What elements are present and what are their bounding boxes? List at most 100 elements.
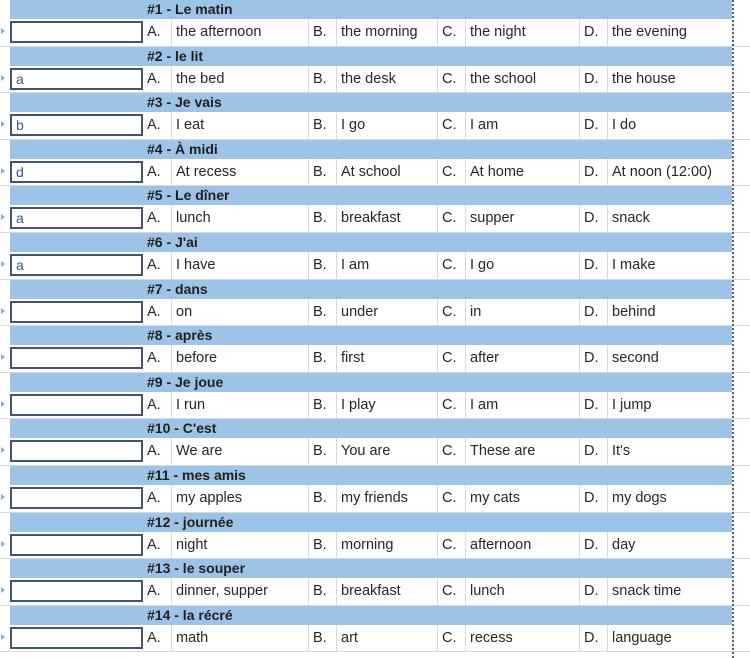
- option-c-text[interactable]: in: [465, 298, 579, 326]
- option-d-text[interactable]: second: [607, 345, 732, 373]
- answer-input[interactable]: [10, 207, 143, 230]
- answer-input[interactable]: [10, 486, 143, 509]
- option-c-text[interactable]: supper: [465, 205, 579, 233]
- option-b-text[interactable]: I play: [336, 391, 437, 419]
- option-a-label: A.: [147, 210, 161, 227]
- option-b-text[interactable]: my friends: [336, 484, 437, 512]
- empty-cell[interactable]: [732, 531, 750, 559]
- option-b-text[interactable]: the morning: [336, 19, 437, 46]
- option-a-text[interactable]: math: [171, 624, 308, 652]
- option-b-text[interactable]: under: [336, 298, 437, 326]
- option-b-text[interactable]: art: [336, 624, 437, 652]
- option-c-text[interactable]: my cats: [465, 484, 579, 512]
- option-c-text[interactable]: I go: [465, 251, 579, 279]
- option-a-text[interactable]: night: [171, 531, 308, 559]
- option-c-text[interactable]: afternoon: [465, 531, 579, 559]
- option-a-text[interactable]: the afternoon: [171, 19, 308, 46]
- empty-cell[interactable]: [732, 391, 750, 419]
- empty-cell[interactable]: [732, 65, 750, 93]
- option-a-text[interactable]: I run: [171, 391, 308, 419]
- question-header: #10 - C'est: [10, 419, 732, 439]
- option-a-text[interactable]: on: [171, 298, 308, 326]
- option-a-text[interactable]: I eat: [171, 112, 308, 140]
- row-arrow-icon: [1, 540, 5, 547]
- empty-cell[interactable]: [732, 112, 750, 140]
- option-a-text[interactable]: before: [171, 345, 308, 373]
- question-row: A. on B. under C. in D. behind: [0, 298, 750, 327]
- empty-cell[interactable]: [732, 205, 750, 233]
- option-d-text[interactable]: my dogs: [607, 484, 732, 512]
- option-b-text[interactable]: breakfast: [336, 578, 437, 606]
- empty-cell[interactable]: [732, 251, 750, 279]
- empty-cell[interactable]: [732, 578, 750, 606]
- option-b-text[interactable]: At school: [336, 158, 437, 186]
- option-b-text[interactable]: the desk: [336, 65, 437, 93]
- option-d-text[interactable]: I jump: [607, 391, 732, 419]
- empty-cell[interactable]: [732, 158, 750, 186]
- option-d-text[interactable]: the house: [607, 65, 732, 93]
- option-d-label: D.: [579, 158, 607, 186]
- empty-cell[interactable]: [732, 298, 750, 326]
- option-d-text[interactable]: language: [607, 624, 732, 652]
- empty-cell[interactable]: [732, 19, 750, 46]
- answer-input[interactable]: [10, 347, 143, 370]
- question-title: #12 - journée: [147, 513, 234, 530]
- option-d-label: D.: [579, 391, 607, 419]
- option-d-text[interactable]: behind: [607, 298, 732, 326]
- option-c-text[interactable]: I am: [465, 112, 579, 140]
- option-d-text[interactable]: It's: [607, 438, 732, 466]
- option-a-text[interactable]: We are: [171, 438, 308, 466]
- option-d-text[interactable]: I make: [607, 251, 732, 279]
- option-a-text[interactable]: lunch: [171, 205, 308, 233]
- option-a-text[interactable]: dinner, supper: [171, 578, 308, 606]
- option-b-text[interactable]: I am: [336, 251, 437, 279]
- option-d-text[interactable]: snack: [607, 205, 732, 233]
- row-arrow-icon: [1, 587, 5, 594]
- empty-cell[interactable]: [732, 438, 750, 466]
- question-block: #3 - Je vais A. I eat B. I go C. I am D.…: [0, 93, 750, 140]
- answer-input[interactable]: [10, 626, 143, 649]
- answer-input[interactable]: [10, 160, 143, 183]
- option-c-text[interactable]: These are: [465, 438, 579, 466]
- option-c-text[interactable]: the school: [465, 65, 579, 93]
- option-a-text[interactable]: I have: [171, 251, 308, 279]
- empty-cell[interactable]: [732, 624, 750, 652]
- answer-input[interactable]: [10, 253, 143, 276]
- answer-input[interactable]: [10, 300, 143, 323]
- option-b-text[interactable]: morning: [336, 531, 437, 559]
- option-a-text[interactable]: At recess: [171, 158, 308, 186]
- option-d-text[interactable]: At noon (12:00): [607, 158, 732, 186]
- option-d-label: D.: [579, 624, 607, 652]
- answer-input[interactable]: [10, 393, 143, 416]
- option-a-label: A.: [147, 163, 161, 180]
- option-c-text[interactable]: after: [465, 345, 579, 373]
- option-d-label: D.: [579, 112, 607, 140]
- option-d-text[interactable]: the evening: [607, 19, 732, 46]
- option-c-label: C.: [437, 531, 465, 559]
- option-b-label: B.: [308, 19, 336, 46]
- option-c-text[interactable]: recess: [465, 624, 579, 652]
- answer-input[interactable]: [10, 21, 143, 43]
- answer-input[interactable]: [10, 533, 143, 556]
- option-a-text[interactable]: the bed: [171, 65, 308, 93]
- answer-input[interactable]: [10, 67, 143, 90]
- answer-input[interactable]: [10, 114, 143, 137]
- answer-input[interactable]: [10, 440, 143, 463]
- empty-cell[interactable]: [732, 345, 750, 373]
- option-a-text[interactable]: my apples: [171, 484, 308, 512]
- option-b-text[interactable]: I go: [336, 112, 437, 140]
- option-c-text[interactable]: the night: [465, 19, 579, 46]
- option-c-text[interactable]: At home: [465, 158, 579, 186]
- option-b-text[interactable]: breakfast: [336, 205, 437, 233]
- option-d-text[interactable]: day: [607, 531, 732, 559]
- option-c-text[interactable]: lunch: [465, 578, 579, 606]
- option-b-text[interactable]: You are: [336, 438, 437, 466]
- answer-input[interactable]: [10, 580, 143, 603]
- option-b-text[interactable]: first: [336, 345, 437, 373]
- empty-cell[interactable]: [732, 484, 750, 512]
- row-arrow-icon: [1, 354, 5, 361]
- option-d-text[interactable]: snack time: [607, 578, 732, 606]
- option-d-text[interactable]: I do: [607, 112, 732, 140]
- question-row: A. I have B. I am C. I go D. I make: [0, 251, 750, 280]
- option-c-text[interactable]: I am: [465, 391, 579, 419]
